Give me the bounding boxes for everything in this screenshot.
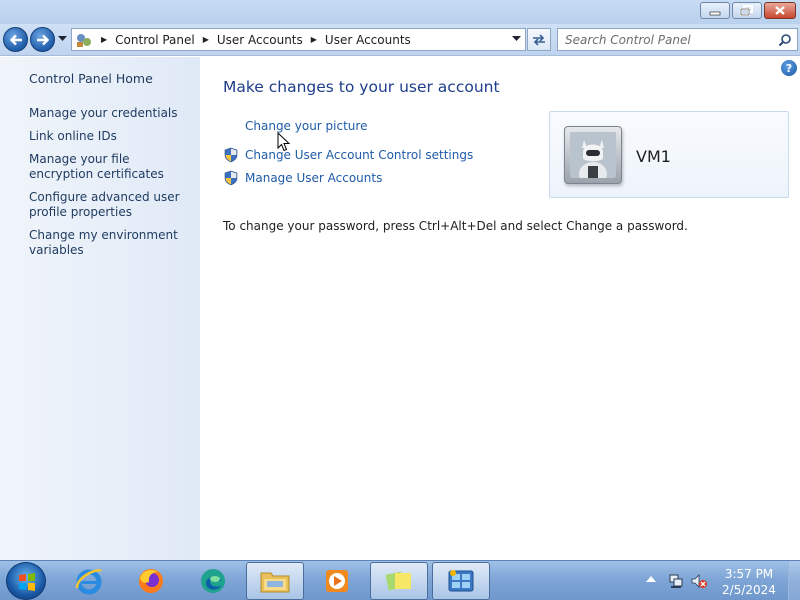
title-bar [0,0,800,24]
taskbar-edge[interactable] [184,562,242,600]
restore-icon [740,4,753,16]
edge-icon [201,569,225,593]
help-icon: ? [785,61,793,75]
show-hidden-icons-button[interactable] [646,576,656,583]
breadcrumb-control-panel[interactable]: Control Panel [115,33,195,47]
avatar[interactable] [564,126,622,184]
help-button[interactable]: ? [781,60,797,76]
show-desktop-button[interactable] [788,561,800,600]
close-button[interactable] [764,2,796,19]
internet-explorer-icon [75,569,102,595]
task-link-online-ids[interactable]: Link online IDs [29,129,189,144]
control-panel-home-link[interactable]: Control Panel Home [29,71,200,86]
taskbar-sticky-notes[interactable] [370,562,428,600]
breadcrumb-user-accounts-current[interactable]: User Accounts [325,33,411,47]
task-environment-variables[interactable]: Change my environment variables [29,228,189,258]
chevron-right-icon: ▶ [101,35,108,44]
taskbar-firefox[interactable] [122,562,180,600]
uac-shield-icon [224,147,238,163]
refresh-icon [533,33,545,46]
minimize-icon [709,11,721,15]
chevron-down-icon[interactable] [512,36,521,42]
taskbar-file-explorer[interactable] [246,562,304,600]
arrow-right-icon [36,34,49,45]
window-controls [700,2,796,19]
search-icon[interactable] [778,33,792,47]
firefox-icon [139,569,163,593]
windows-logo-icon [19,573,35,591]
navigation-bar: ▶ Control Panel ▶ User Accounts ▶ User A… [0,24,800,56]
task-file-encryption-certificates[interactable]: Manage your file encryption certificates [29,152,189,182]
left-task-pane: Control Panel Home Manage your credentia… [0,57,200,560]
chevron-right-icon: ▶ [310,35,317,44]
network-icon[interactable] [668,573,684,589]
start-button[interactable] [6,562,46,600]
file-explorer-icon [260,572,290,593]
taskbar: 3:57 PM 2/5/2024 [0,560,800,600]
forward-button[interactable] [30,27,55,52]
taskbar-clock[interactable]: 3:57 PM 2/5/2024 [714,566,784,598]
close-icon [775,6,785,15]
arrow-left-icon [9,34,22,45]
password-info-text: To change your password, press Ctrl+Alt+… [223,219,688,233]
account-name: VM1 [636,147,671,166]
media-player-icon [326,570,348,592]
clock-date: 2/5/2024 [722,583,776,597]
restore-button[interactable] [732,2,762,19]
breadcrumb-user-accounts[interactable]: User Accounts [217,33,303,47]
taskbar-internet-explorer[interactable] [60,562,118,600]
recent-pages-dropdown[interactable] [58,36,67,42]
change-picture-link[interactable]: Change your picture [245,119,367,133]
manage-user-accounts-link[interactable]: Manage User Accounts [245,171,382,185]
minimize-button[interactable] [700,2,730,19]
task-advanced-profile-properties[interactable]: Configure advanced user profile properti… [29,190,189,220]
chevron-right-icon: ▶ [202,35,209,44]
back-button[interactable] [3,27,28,52]
taskbar-media-player[interactable] [308,562,366,600]
uac-shield-icon [224,170,238,186]
account-card: VM1 [549,111,789,198]
control-panel-icon [77,33,91,47]
mouse-cursor-icon [277,132,291,152]
task-manage-credentials[interactable]: Manage your credentials [29,106,189,121]
sticky-notes-icon [385,571,411,591]
control-panel-icon [448,570,474,592]
search-input[interactable] [558,32,768,47]
page-title: Make changes to your user account [223,78,500,96]
refresh-button[interactable] [527,28,551,51]
search-box[interactable] [557,28,798,51]
volume-muted-icon[interactable] [690,573,708,589]
address-bar[interactable]: ▶ Control Panel ▶ User Accounts ▶ User A… [71,28,526,51]
taskbar-control-panel[interactable] [432,562,490,600]
clock-time: 3:57 PM [724,567,774,581]
user-picture-icon [570,132,616,178]
